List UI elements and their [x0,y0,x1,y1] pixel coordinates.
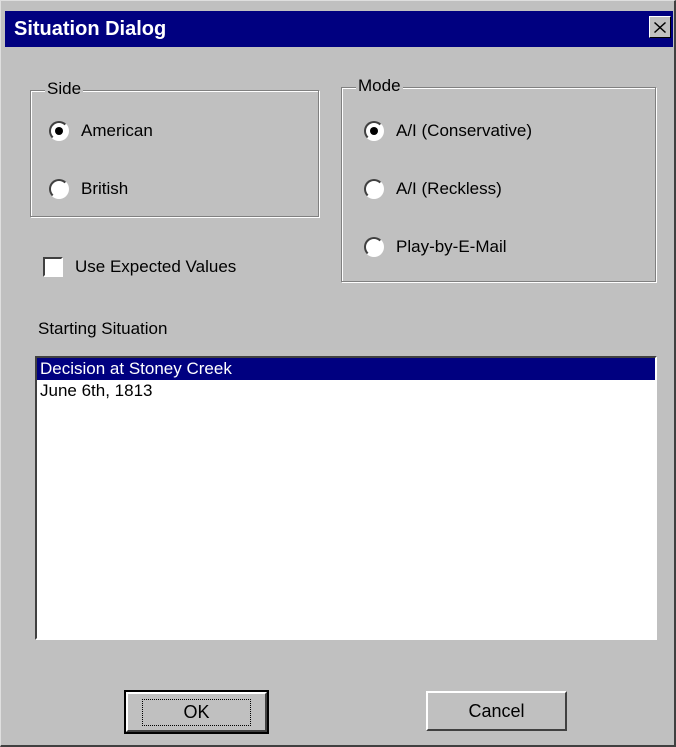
starting-situation-listbox[interactable]: Decision at Stoney Creek June 6th, 1813 [35,356,657,640]
radio-label-conservative: A/I (Conservative) [396,121,533,140]
radio-label-british: British [81,179,129,198]
side-radio-american[interactable]: American [49,121,153,141]
window-title: Situation Dialog [14,18,167,40]
side-groupbox: Side American British [30,78,319,217]
use-expected-values-checkbox-row[interactable]: Use Expected Values [43,257,236,277]
radio-selected-dot [55,127,63,135]
situation-dialog-window: Situation Dialog Side American British M… [0,0,676,747]
cancel-button-label: Cancel [468,700,525,721]
close-icon [654,21,666,33]
mode-groupbox: Mode A/I (Conservative) A/I (Reckless) P… [341,75,656,282]
radio-label-american: American [81,121,153,140]
list-item[interactable]: Decision at Stoney Creek [37,358,655,380]
radio-label-reckless: A/I (Reckless) [396,179,502,198]
use-expected-values-label: Use Expected Values [75,257,237,276]
use-expected-values-checkbox[interactable] [43,257,63,277]
radio-button-british[interactable] [49,179,69,199]
mode-legend: Mode [356,75,403,97]
radio-button-play-by-email[interactable] [364,237,384,257]
radio-button-american[interactable] [49,121,69,141]
radio-button-reckless[interactable] [364,179,384,199]
ok-button[interactable]: OK [124,690,269,734]
radio-label-play-by-email: Play-by-E-Mail [396,237,507,256]
close-button[interactable] [649,16,671,38]
side-radio-british[interactable]: British [49,179,128,199]
side-legend: Side [45,78,84,100]
cancel-button[interactable]: Cancel [426,691,567,731]
mode-radio-play-by-email[interactable]: Play-by-E-Mail [364,237,507,257]
ok-button-label: OK [142,698,251,726]
radio-button-conservative[interactable] [364,121,384,141]
mode-radio-reckless[interactable]: A/I (Reckless) [364,179,502,199]
mode-radio-conservative[interactable]: A/I (Conservative) [364,121,532,141]
title-bar[interactable]: Situation Dialog [5,11,673,47]
list-item[interactable]: June 6th, 1813 [37,380,655,402]
radio-selected-dot [370,127,378,135]
starting-situation-label: Starting Situation [38,319,168,338]
